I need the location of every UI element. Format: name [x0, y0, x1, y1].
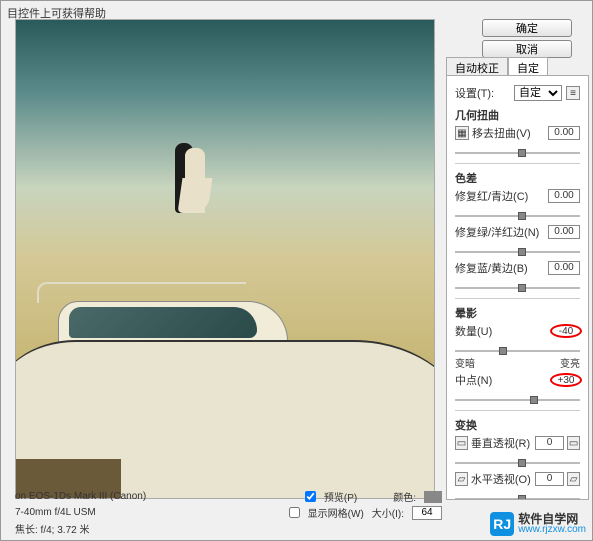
size-label: 大小(I): — [372, 505, 404, 520]
size-value[interactable] — [412, 506, 442, 520]
horiz-icon[interactable]: ▱ — [455, 472, 468, 486]
color-swatch[interactable] — [424, 491, 442, 503]
horiz-label: 水平透视(O) — [471, 471, 529, 487]
amount-label: 数量(U) — [455, 323, 513, 339]
footer: on EOS-1Ds Mark III (Canon) 预览(P) 颜色: 7-… — [15, 489, 442, 536]
vert-label: 垂直透视(R) — [471, 435, 529, 451]
color-label: 颜色: — [393, 489, 416, 504]
vert-value[interactable]: 0 — [535, 436, 564, 450]
horiz-icon2[interactable]: ▱ — [567, 472, 580, 486]
horiz-slider[interactable] — [455, 493, 580, 500]
amount-value[interactable]: -40 — [550, 324, 582, 338]
remove-distortion-value[interactable]: 0.00 — [548, 126, 580, 140]
boat-illustration — [16, 235, 434, 498]
chroma-title: 色差 — [455, 170, 580, 186]
gm-slider[interactable] — [455, 246, 580, 258]
vignette-title: 晕影 — [455, 305, 580, 321]
preview-canvas[interactable] — [16, 20, 434, 498]
watermark-en: www.rjzxw.com — [518, 525, 586, 535]
watermark-logo: RJ — [490, 512, 514, 536]
cancel-button[interactable]: 取消 — [482, 40, 572, 58]
image-preview — [15, 19, 435, 499]
rc-label: 修复红/青边(C) — [455, 188, 513, 204]
grid-icon[interactable]: ▦ — [455, 126, 469, 140]
settings-select[interactable]: 自定 — [514, 85, 562, 101]
remove-distortion-slider[interactable] — [455, 147, 580, 159]
darken-label: 变暗 — [455, 355, 475, 370]
transform-title: 变换 — [455, 417, 580, 433]
midpoint-label: 中点(N) — [455, 372, 513, 388]
settings-label: 设置(T): — [455, 85, 510, 101]
by-label: 修复蓝/黄边(B) — [455, 260, 513, 276]
settings-panel: 设置(T): 自定 ≡ 几何扭曲 ▦ 移去扭曲(V) 0.00 色差 修复红/青… — [446, 75, 589, 500]
midpoint-slider[interactable] — [455, 394, 580, 406]
geo-title: 几何扭曲 — [455, 107, 580, 123]
preview-label: 预览(P) — [324, 489, 357, 504]
watermark: RJ 软件自学网 www.rjzxw.com — [490, 512, 586, 536]
lens-info: 7-40mm f/4L USM — [15, 507, 96, 518]
rc-slider[interactable] — [455, 210, 580, 222]
gm-label: 修复绿/洋红边(N) — [455, 224, 513, 240]
by-slider[interactable] — [455, 282, 580, 294]
focal-info: 焦长: f/4; 3.72 米 — [15, 521, 89, 536]
grid-label: 显示网格(W) — [308, 505, 364, 520]
ok-button[interactable]: 确定 — [482, 19, 572, 37]
amount-slider[interactable] — [455, 345, 580, 357]
vert-slider[interactable] — [455, 457, 580, 469]
brighten-label: 变亮 — [560, 355, 580, 370]
grid-checkbox[interactable] — [289, 507, 300, 518]
preview-checkbox[interactable] — [305, 491, 316, 502]
by-value[interactable]: 0.00 — [548, 261, 580, 275]
dialog-buttons: 确定 取消 — [482, 19, 572, 58]
horiz-value[interactable]: 0 — [535, 472, 564, 486]
rc-value[interactable]: 0.00 — [548, 189, 580, 203]
midpoint-value[interactable]: +30 — [550, 373, 582, 387]
gm-value[interactable]: 0.00 — [548, 225, 580, 239]
dialog-window: 目控件上可获得帮助 确定 取消 自动校正 自定 设置(T): 自定 ≡ — [0, 0, 593, 541]
remove-distortion-label: 移去扭曲(V) — [472, 125, 530, 141]
camera-info: on EOS-1Ds Mark III (Canon) — [15, 491, 146, 502]
vert-icon[interactable]: ▭ — [455, 436, 468, 450]
settings-menu-icon[interactable]: ≡ — [566, 86, 580, 100]
vert-icon2[interactable]: ▭ — [567, 436, 580, 450]
